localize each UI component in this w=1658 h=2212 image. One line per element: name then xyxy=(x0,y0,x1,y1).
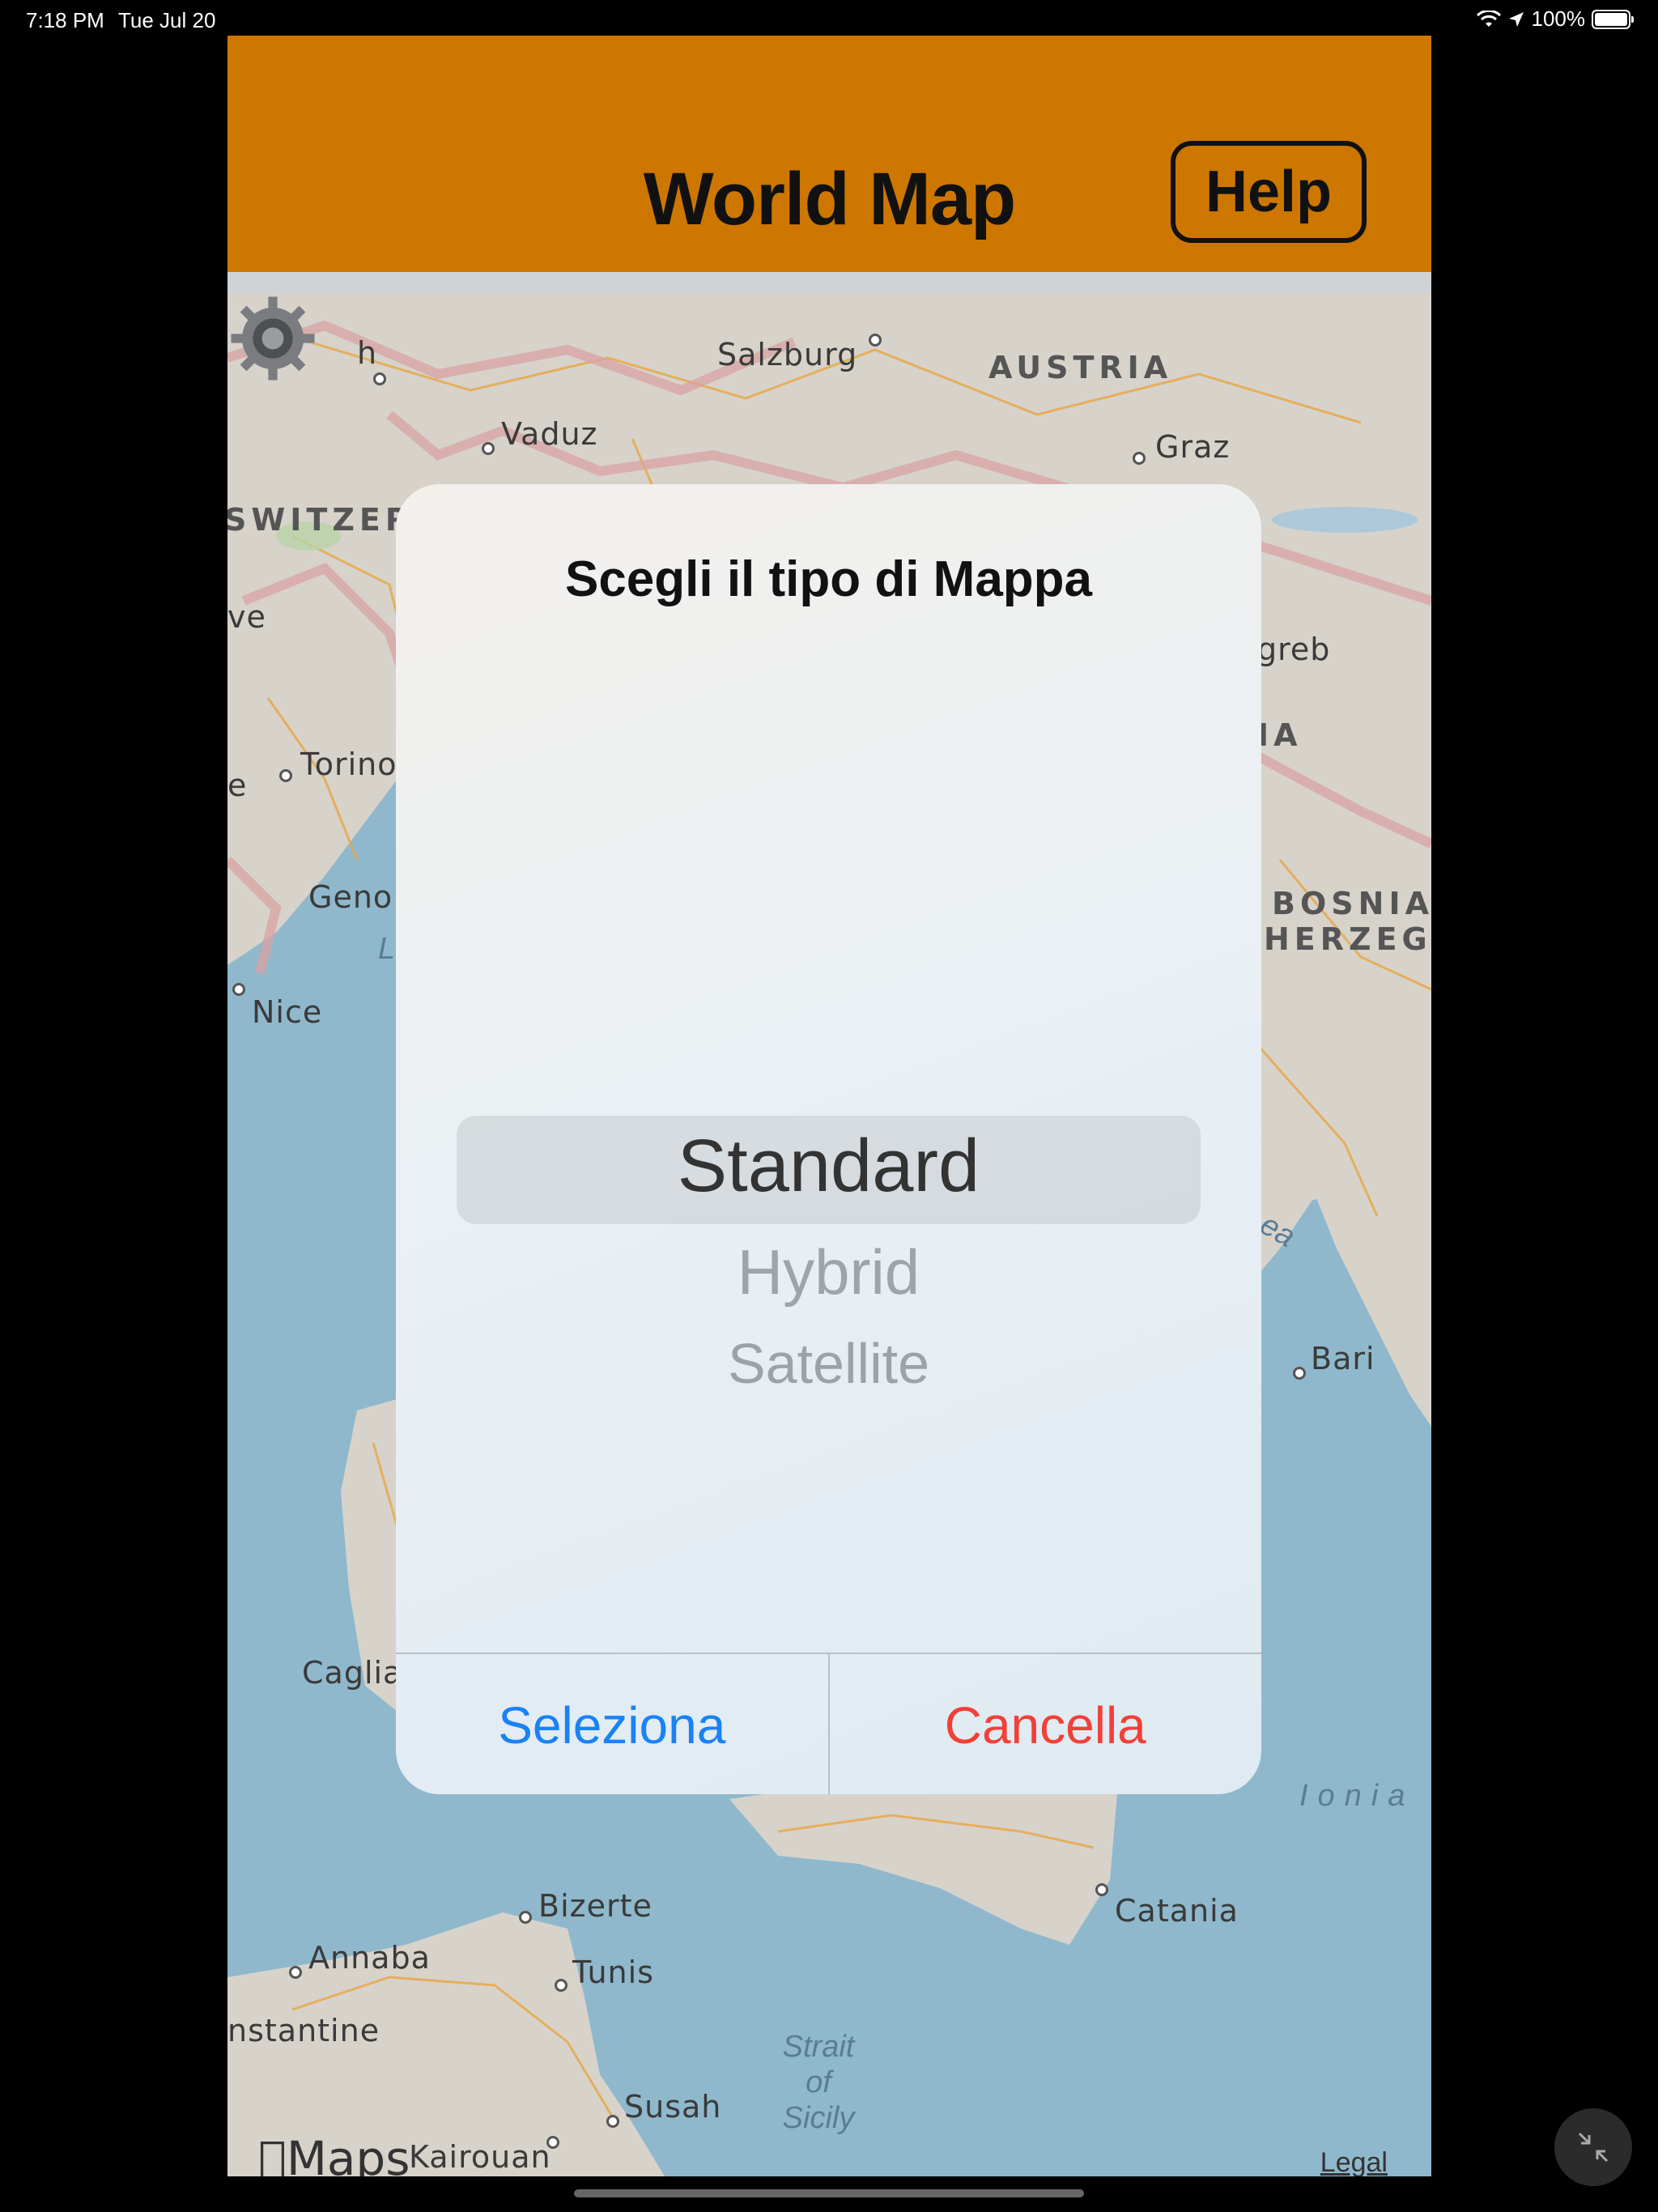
city-marker xyxy=(606,2115,619,2128)
city-marker xyxy=(869,334,882,347)
picker-option-satellite[interactable]: Satellite xyxy=(396,1331,1261,1396)
status-time: 7:18 PM xyxy=(26,8,104,32)
help-button[interactable]: Help xyxy=(1171,141,1367,243)
map-label-constantine: nstantine xyxy=(227,2013,380,2048)
map-label-strait-text: Strait of Sicily xyxy=(782,2030,855,2135)
apple-logo-icon:  xyxy=(258,2131,287,2176)
city-marker xyxy=(482,442,495,455)
city-marker xyxy=(555,1979,568,1992)
map-label-nice: Nice xyxy=(252,994,323,1030)
map-label-graz: Graz xyxy=(1155,429,1231,465)
city-marker xyxy=(1133,452,1146,465)
map-label-zagreb: greb xyxy=(1257,632,1331,667)
map-label-bari: Bari xyxy=(1311,1341,1375,1376)
location-arrow-icon xyxy=(1508,11,1524,27)
map-label-torino: Torino xyxy=(300,747,397,782)
map-label-bosnia: BOSNIA xyxy=(1272,886,1431,921)
city-marker xyxy=(289,1966,302,1979)
map-label-salzburg: Salzburg xyxy=(717,337,858,372)
city-marker xyxy=(279,769,292,782)
map-label-vaduz: Vaduz xyxy=(501,416,598,452)
map-label-ionian: Ionia xyxy=(1299,1779,1415,1813)
city-marker xyxy=(519,1911,532,1924)
map-label-catania: Catania xyxy=(1115,1893,1239,1929)
battery-icon xyxy=(1592,9,1634,29)
map-label-austria: AUSTRIA xyxy=(988,350,1173,385)
cancel-button[interactable]: Cancella xyxy=(830,1654,1262,1794)
map-type-dialog: Scegli il tipo di Mappa Standard Hybrid … xyxy=(396,484,1261,1794)
map-label-susah: Susah xyxy=(624,2089,722,2125)
map-label-cagliari: Caglia xyxy=(302,1655,403,1691)
select-button[interactable]: Seleziona xyxy=(396,1654,830,1794)
maps-logo-text: Maps xyxy=(258,2131,410,2176)
wifi-icon xyxy=(1476,10,1501,27)
map-label-tunis: Tunis xyxy=(572,1955,654,1990)
status-bar: 7:18 PM Tue Jul 20 100% xyxy=(0,0,1658,37)
apple-maps-logo: Maps xyxy=(258,2131,410,2176)
map-label-herzego: HERZEGO xyxy=(1264,921,1431,957)
dialog-actions: Seleziona Cancella xyxy=(396,1653,1261,1794)
collapse-arrows-icon[interactable] xyxy=(1554,2108,1632,2186)
map-label-ve: ve xyxy=(227,599,266,635)
city-marker xyxy=(373,372,386,385)
map-label-croatia: IA xyxy=(1257,717,1303,753)
status-date: Tue Jul 20 xyxy=(118,8,216,32)
picker-option-hybrid[interactable]: Hybrid xyxy=(396,1236,1261,1309)
map-label-ligurian: L xyxy=(378,932,396,966)
map-label-e: e xyxy=(227,768,248,803)
city-marker xyxy=(232,983,245,996)
map-label-kairouan: Kairouan xyxy=(409,2139,551,2175)
gear-icon[interactable] xyxy=(227,293,318,384)
city-marker xyxy=(1293,1367,1306,1380)
picker-option-standard[interactable]: Standard xyxy=(396,1124,1261,1209)
dialog-title: Scegli il tipo di Mappa xyxy=(564,551,1093,607)
home-indicator xyxy=(574,2189,1084,2197)
map-label-strait: Strait of Sicily xyxy=(770,2029,867,2136)
app-header: World Map Help xyxy=(227,36,1431,272)
map-label-annaba: Annaba xyxy=(308,1940,431,1976)
city-marker xyxy=(1095,1883,1108,1896)
map-label-genova: Geno xyxy=(308,879,393,915)
city-marker xyxy=(546,2136,559,2149)
status-right: 100% xyxy=(1476,6,1634,32)
collapse-arrows-glyph xyxy=(1578,2132,1609,2163)
legal-link[interactable]: Legal xyxy=(1320,2147,1388,2176)
battery-percentage: 100% xyxy=(1531,6,1586,31)
map-label-ch: h xyxy=(357,335,378,371)
map-label-bizerte: Bizerte xyxy=(538,1888,653,1924)
